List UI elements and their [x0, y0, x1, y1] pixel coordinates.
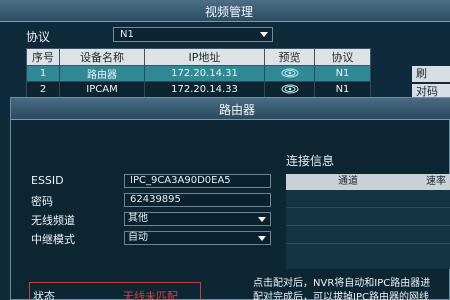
row-device-name: IPCAM [59, 81, 145, 98]
column-header-rate: 速率 [426, 176, 446, 187]
essid-label: ESSID [31, 174, 64, 187]
row-ip: 172.20.14.31 [144, 65, 265, 82]
column-header-preview[interactable]: 预览 [264, 48, 315, 66]
password-field[interactable]: 62439895 [124, 193, 271, 207]
pairing-note-line-1: 点击配对后，NVR将自动和IPC路由器进 [253, 278, 431, 289]
dialog-title: 路由器 [219, 103, 256, 117]
preview-icon[interactable] [281, 84, 299, 94]
row-preview[interactable] [264, 65, 315, 82]
row-protocol: N1 [314, 81, 371, 98]
protocol-label: 协议 [26, 30, 51, 44]
channel-select-value: 其他 [128, 213, 148, 224]
relay-mode-label: 中继模式 [31, 233, 75, 246]
relay-mode-select-value: 自动 [128, 232, 148, 243]
chevron-down-icon [258, 217, 266, 222]
column-header-index[interactable]: 序号 [26, 48, 60, 66]
device-table: 序号 设备名称 IP地址 预览 协议 1 路由器 172.20.14.31 N1… [26, 48, 371, 98]
channel-label: 无线频道 [31, 214, 75, 227]
router-dialog: 路由器 ESSID IPC_9CA3A90D0EA5 密码 62439895 无… [10, 97, 450, 300]
protocol-select-value: N1 [120, 29, 134, 40]
status-label: 状态 [33, 290, 55, 300]
row-protocol: N1 [314, 65, 371, 82]
connection-info-title: 连接信息 [286, 154, 335, 168]
relay-mode-select[interactable]: 自动 [124, 231, 271, 245]
table-row [286, 190, 450, 208]
chevron-down-icon [258, 236, 266, 241]
column-header-ip[interactable]: IP地址 [144, 48, 265, 66]
table-row[interactable]: 1 路由器 172.20.14.31 N1 [26, 65, 371, 82]
window-title: 视频管理 [205, 5, 254, 19]
column-header-device-name[interactable]: 设备名称 [59, 48, 145, 66]
preview-icon[interactable] [281, 68, 299, 78]
window-titlebar: 视频管理 [0, 0, 450, 22]
pairing-note-line-2: 配对完成后，可以拔掉IPC路由器的网线 [253, 292, 429, 300]
column-header-channel: 通道 [338, 176, 358, 187]
row-ip: 172.20.14.33 [144, 81, 265, 98]
dialog-titlebar: 路由器 [11, 98, 450, 120]
row-preview[interactable] [264, 81, 315, 98]
table-row [286, 226, 450, 244]
row-index: 2 [26, 81, 60, 98]
column-header-protocol[interactable]: 协议 [314, 48, 371, 66]
connection-info-table: 通道 速率 [286, 174, 450, 269]
table-row[interactable]: 2 IPCAM 172.20.14.33 N1 [26, 81, 371, 98]
connection-table-header: 通道 速率 [286, 174, 450, 190]
table-header-row: 序号 设备名称 IP地址 预览 协议 [26, 48, 371, 66]
essid-field[interactable]: IPC_9CA3A90D0EA5 [124, 174, 271, 188]
status-value: 无线未匹配 [123, 290, 178, 300]
row-device-name: 路由器 [59, 65, 145, 82]
refresh-button[interactable]: 刷 [412, 66, 450, 82]
channel-select[interactable]: 其他 [124, 212, 271, 226]
row-index: 1 [26, 65, 60, 82]
chevron-down-icon [260, 32, 268, 37]
protocol-select[interactable]: N1 [113, 27, 273, 42]
table-row [286, 208, 450, 226]
password-label: 密码 [31, 195, 53, 208]
